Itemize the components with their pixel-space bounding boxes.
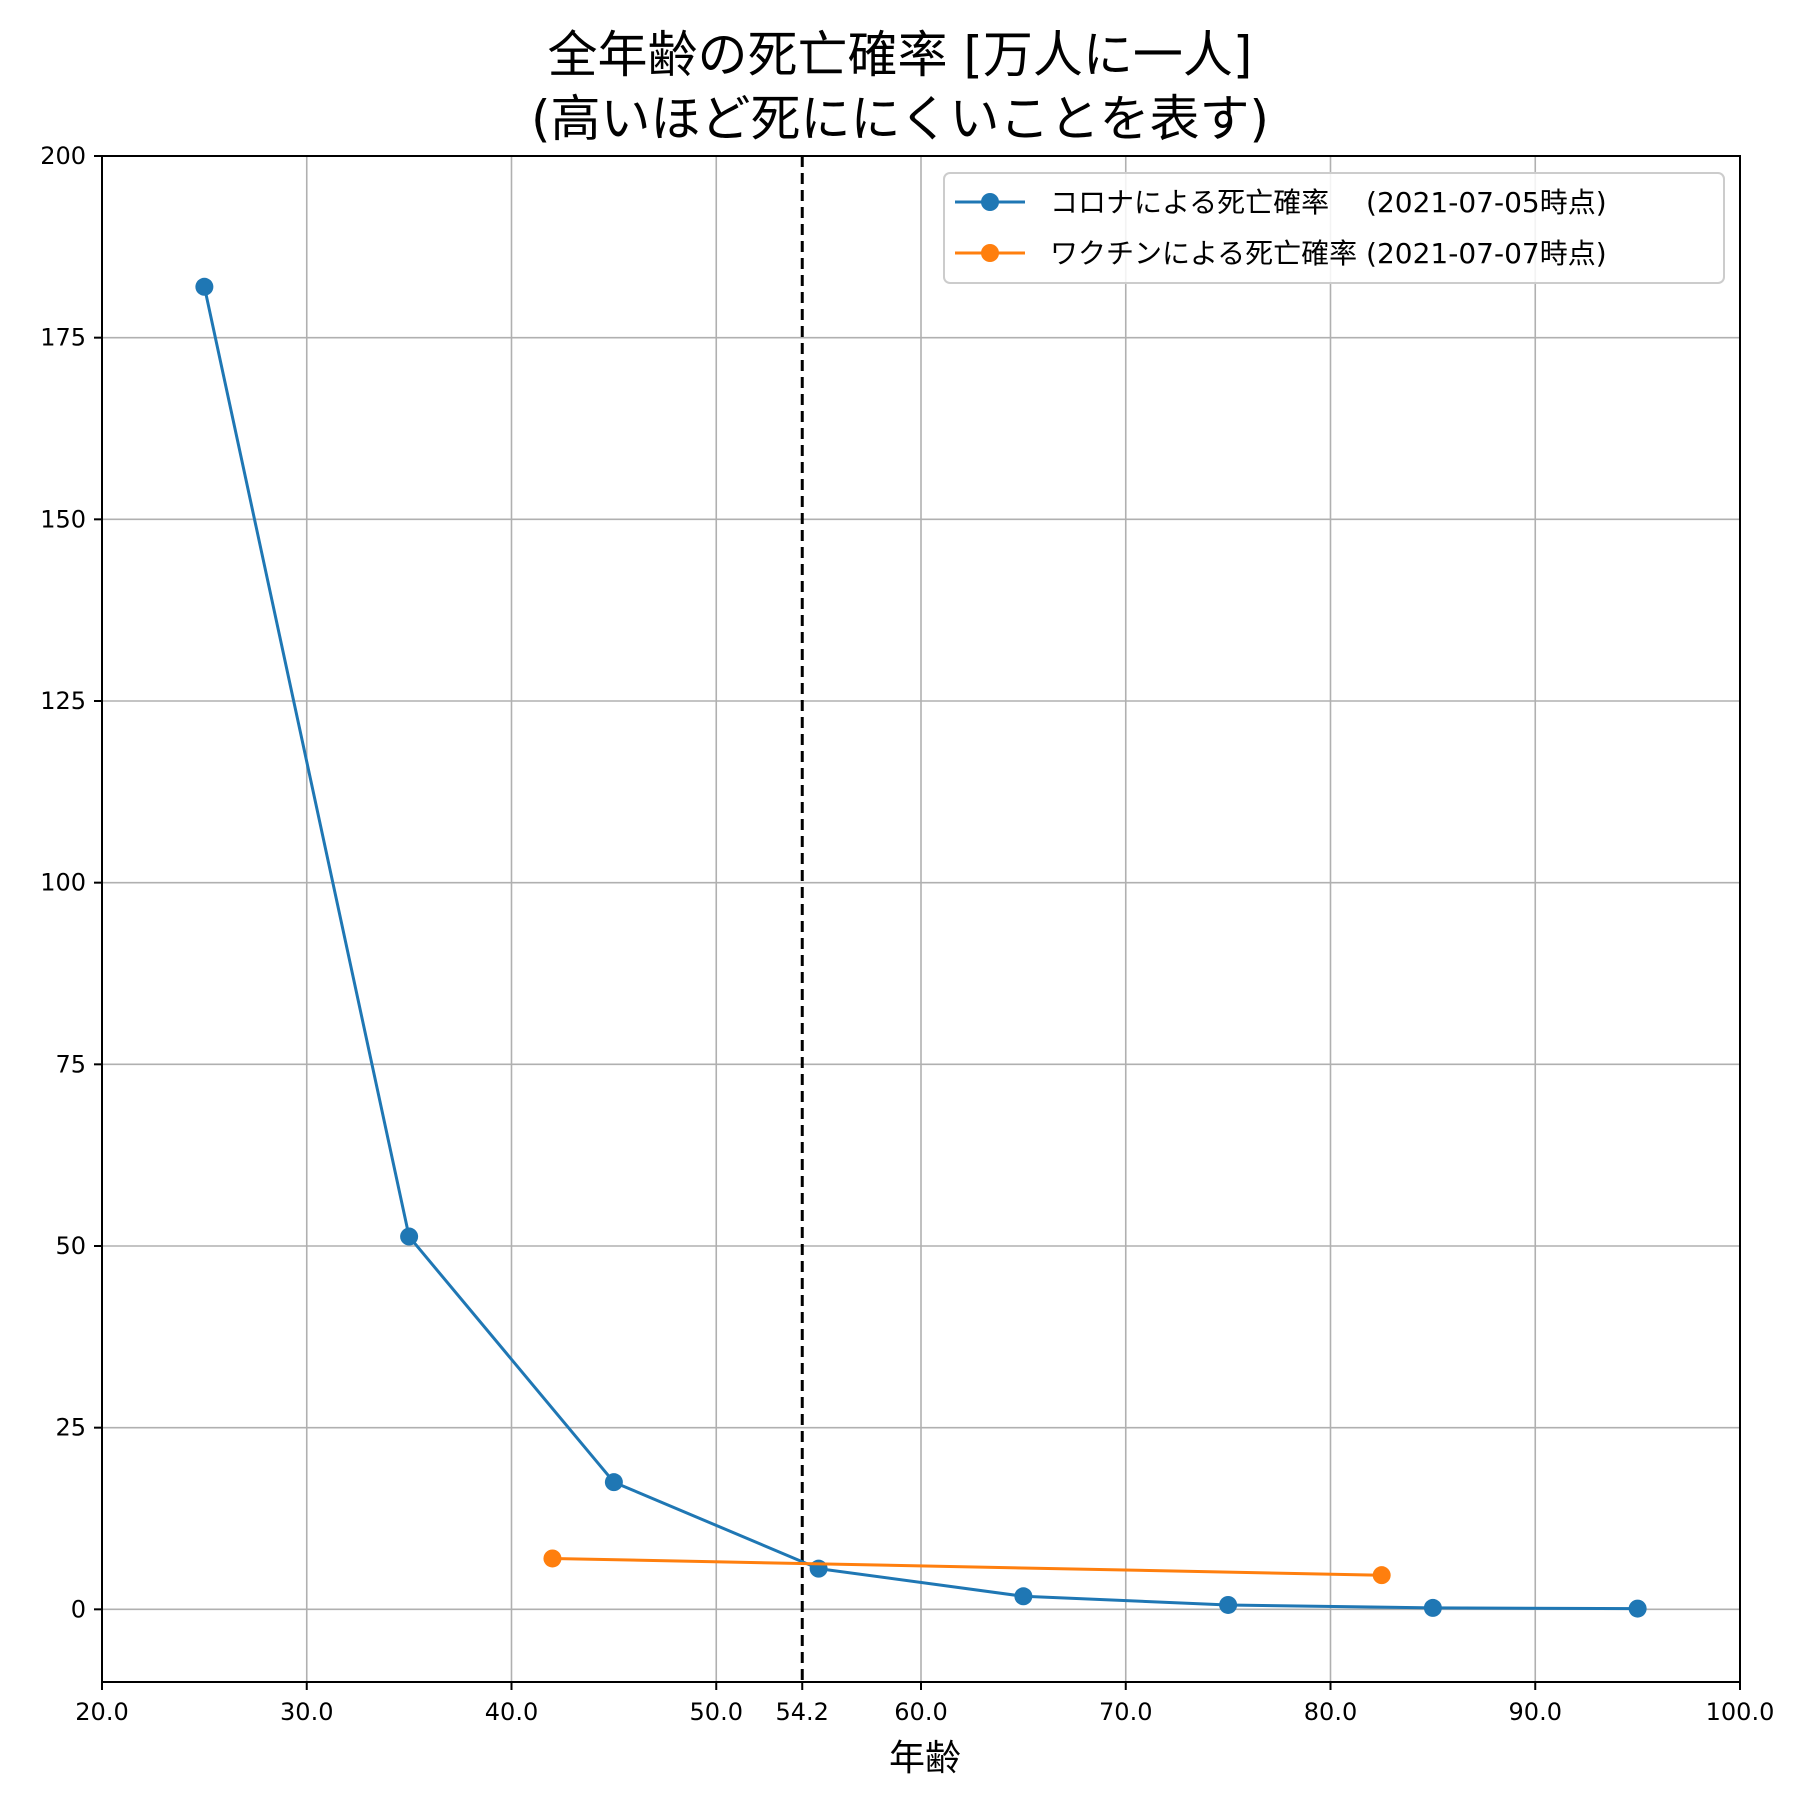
x-tick-label: 50.0 [690, 1698, 743, 1726]
x-tick-label: 80.0 [1304, 1698, 1357, 1726]
y-tick-label: 0 [71, 1595, 86, 1623]
x-tick-label: 20.0 [75, 1698, 128, 1726]
series-1-point [400, 1227, 419, 1246]
series-1-point [195, 277, 214, 296]
series-2-point [543, 1549, 562, 1568]
series-1-point [604, 1473, 623, 1492]
legend: コロナによる死亡確率 (2021-07-05時点) ワクチンによる死亡確率 (2… [943, 172, 1725, 284]
series-2-point [1372, 1566, 1391, 1585]
y-tick-label: 125 [40, 687, 86, 715]
legend-marker-series-1 [981, 193, 999, 211]
series-1-point [1423, 1598, 1442, 1617]
chart-subtitle: (高いほど死ににくいことを表す) [531, 90, 1269, 148]
y-tick-label: 175 [40, 324, 86, 352]
y-tick-label: 150 [40, 505, 86, 533]
x-axis-label: 年齢 [889, 1738, 961, 1779]
x-tick-label: 70.0 [1099, 1698, 1152, 1726]
x-tick-label: 60.0 [894, 1698, 947, 1726]
chart: 全年齢の死亡確率 [万人に一人] (高いほど死ににくいことを表す) 20.0 30… [0, 0, 1800, 1800]
x-tick-label: 40.0 [485, 1698, 538, 1726]
y-tick-label: 50 [55, 1232, 86, 1260]
series-1-point [1014, 1587, 1033, 1606]
y-tick-label: 100 [40, 869, 86, 897]
legend-marker-series-2 [981, 244, 999, 262]
series-1-point [1628, 1599, 1647, 1618]
x-tick-label: 100.0 [1706, 1698, 1775, 1726]
series-1-point [1219, 1595, 1238, 1614]
chart-title: 全年齢の死亡確率 [万人に一人] [548, 26, 1253, 84]
y-tick-label: 75 [55, 1050, 86, 1078]
y-tick-label: 200 [40, 142, 86, 170]
x-tick-label: 90.0 [1509, 1698, 1562, 1726]
legend-label-series-1: コロナによる死亡確率 (2021-07-05時点) [1050, 186, 1607, 219]
y-tick-label: 25 [55, 1414, 86, 1442]
x-tick-label: 30.0 [280, 1698, 333, 1726]
x-tick-label: 54.2 [776, 1698, 829, 1726]
legend-label-series-2: ワクチンによる死亡確率 (2021-07-07時点) [1050, 237, 1607, 270]
